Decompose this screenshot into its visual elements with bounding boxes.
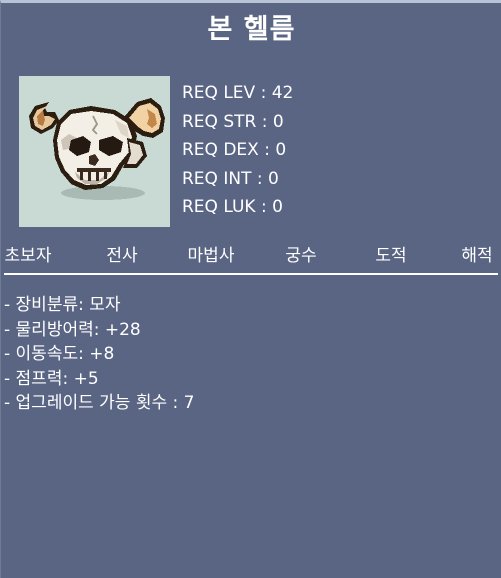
req-level: REQ LEV : 42: [182, 83, 294, 103]
req-str: REQ STR : 0: [182, 111, 284, 132]
stat-equip-category: - 장비분류: 모자: [4, 295, 121, 315]
job-list: 초보자 전사 마법사 궁수 도적 해적: [1, 241, 501, 271]
job-bowman: 궁수: [285, 246, 317, 266]
req-int: REQ INT : 0: [182, 168, 279, 189]
item-stats: - 장비분류: 모자 - 물리방어력: +28 - 이동속도: +8 - 점프력…: [4, 293, 194, 416]
divider: [4, 273, 498, 275]
item-name: 본 헬름: [207, 14, 296, 45]
item-icon-frame: [19, 76, 170, 227]
requirements-list: REQ LEV : 42 REQ STR : 0 REQ DEX : 0 REQ…: [182, 79, 293, 222]
job-warrior: 전사: [106, 246, 138, 266]
req-dex: REQ DEX : 0: [182, 140, 287, 160]
stat-physical-defense: - 물리방어력: +28: [4, 319, 141, 340]
job-pirate: 해적: [461, 246, 493, 266]
stat-upgrade-slots: - 업그레이드 가능 횟수 : 7: [4, 393, 195, 413]
stat-jump: - 점프력: +5: [4, 368, 99, 389]
job-thief: 도적: [375, 246, 407, 266]
stat-movement-speed: - 이동속도: +8: [4, 344, 115, 364]
job-magician: 마법사: [187, 246, 235, 266]
bone-helm-skull-icon: [29, 98, 165, 200]
item-tooltip: 본 헬름 REQ LEV: 42 REQ STR: 0 REQ DEX: …: [0, 0, 501, 578]
req-luk: REQ LUK : 0: [182, 197, 283, 217]
job-beginner: 초보자: [4, 246, 52, 266]
